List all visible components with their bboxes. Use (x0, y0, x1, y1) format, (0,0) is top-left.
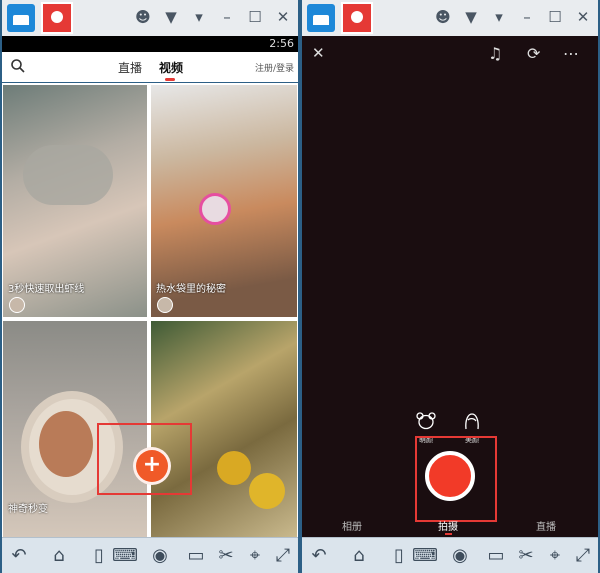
location-icon[interactable]: ⌖ (242, 544, 268, 568)
eye-icon[interactable]: ◉ (147, 544, 173, 568)
tab-indicator (165, 78, 175, 81)
video-caption: 3秒快速取出虾线 (8, 284, 85, 295)
phone-icon[interactable]: ▭ (483, 544, 509, 568)
thumbnail (23, 145, 113, 205)
back-icon[interactable]: ↶ (6, 544, 32, 568)
egg-shape (39, 411, 93, 477)
mode-indicator (445, 533, 452, 535)
eye-icon[interactable]: ◉ (447, 544, 473, 568)
search-icon[interactable] (10, 58, 26, 74)
app-icon[interactable] (341, 2, 373, 34)
dropdown-icon[interactable]: ▾ (188, 6, 210, 28)
camera-screen: ✕ ♫ ⟳ ⋯ 萌颜 美颜 相册 拍摄 直播 (302, 36, 598, 537)
maximize-icon[interactable]: ☐ (244, 6, 266, 28)
home-icon[interactable] (307, 4, 335, 32)
avatar[interactable] (9, 297, 25, 313)
tab-live[interactable]: 直播 (118, 59, 142, 76)
back-icon[interactable]: ↶ (306, 544, 332, 568)
music-icon[interactable]: ♫ (488, 44, 502, 63)
video-card[interactable]: 3秒快速取出虾线 (3, 85, 147, 317)
emulator-toolbar: ☻ ▼ ▾ – ☐ ✕ (2, 0, 298, 37)
flip-camera-icon[interactable]: ⟳ (527, 44, 540, 63)
face-icon (465, 413, 479, 430)
mode-live[interactable]: 直播 (536, 518, 556, 533)
video-card[interactable]: 热水袋里的秘密 (151, 85, 297, 317)
add-video-button[interactable]: + (133, 447, 171, 485)
keyboard-icon[interactable]: ⌨ (412, 544, 438, 568)
close-icon[interactable]: ✕ (312, 44, 325, 62)
close-icon[interactable]: ✕ (572, 6, 594, 28)
right-emulator-window: ☻ ▼ ▾ – ☐ ✕ ✕ ♫ ⟳ ⋯ 萌颜 美颜 相册 拍摄 直播 ↶ ⌂ ▯… (302, 0, 598, 573)
minimize-icon[interactable]: – (516, 6, 538, 28)
mode-bar: 相册 拍摄 直播 (302, 516, 598, 537)
location-icon[interactable]: ⌖ (542, 544, 568, 568)
android-nav-bar: ↶ ⌂ ▯ ⌨ ◉ ▭ ✂ ⌖ ⤢ (2, 537, 298, 573)
fullscreen-icon[interactable]: ⤢ (570, 544, 596, 568)
keyboard-icon[interactable]: ⌨ (112, 544, 138, 568)
video-caption: 热水袋里的秘密 (156, 284, 226, 295)
shirt-icon[interactable]: ▼ (160, 6, 182, 28)
phone-icon[interactable]: ▭ (183, 544, 209, 568)
left-emulator-window: ☻ ▼ ▾ – ☐ ✕ 2:56 直播 视频 注册/登录 3秒快速取出虾线 热水… (2, 0, 298, 573)
status-bar: 2:56 (2, 36, 298, 52)
close-icon[interactable]: ✕ (272, 6, 294, 28)
mode-album[interactable]: 相册 (342, 518, 362, 533)
dropdown-icon[interactable]: ▾ (488, 6, 510, 28)
app-header: 直播 视频 注册/登录 (2, 52, 298, 82)
user-icon[interactable]: ☻ (132, 6, 154, 28)
thumbnail (199, 193, 231, 225)
app-icon[interactable] (41, 2, 73, 34)
maximize-icon[interactable]: ☐ (544, 6, 566, 28)
fullscreen-icon[interactable]: ⤢ (270, 544, 296, 568)
android-nav-bar: ↶ ⌂ ▯ ⌨ ◉ ▭ ✂ ⌖ ⤢ (302, 537, 598, 573)
scissors-icon[interactable]: ✂ (513, 544, 539, 568)
thumbnail (217, 451, 251, 485)
scissors-icon[interactable]: ✂ (213, 544, 239, 568)
home-nav-icon[interactable]: ⌂ (46, 544, 72, 568)
recent-icon[interactable]: ▯ (86, 544, 112, 568)
home-icon[interactable] (7, 4, 35, 32)
home-nav-icon[interactable]: ⌂ (346, 544, 372, 568)
avatar[interactable] (157, 297, 173, 313)
more-icon[interactable]: ⋯ (563, 44, 579, 63)
video-caption: 神奇秒变 (8, 504, 48, 515)
record-button[interactable] (425, 451, 475, 501)
bear-icon (416, 412, 436, 430)
tab-video[interactable]: 视频 (159, 59, 183, 76)
login-link[interactable]: 注册/登录 (255, 61, 294, 74)
mode-shoot[interactable]: 拍摄 (438, 518, 458, 533)
recent-icon[interactable]: ▯ (386, 544, 412, 568)
minimize-icon[interactable]: – (216, 6, 238, 28)
status-time: 2:56 (269, 37, 294, 50)
emulator-toolbar: ☻ ▼ ▾ – ☐ ✕ (302, 0, 598, 37)
user-icon[interactable]: ☻ (432, 6, 454, 28)
thumbnail (249, 473, 285, 509)
shirt-icon[interactable]: ▼ (460, 6, 482, 28)
